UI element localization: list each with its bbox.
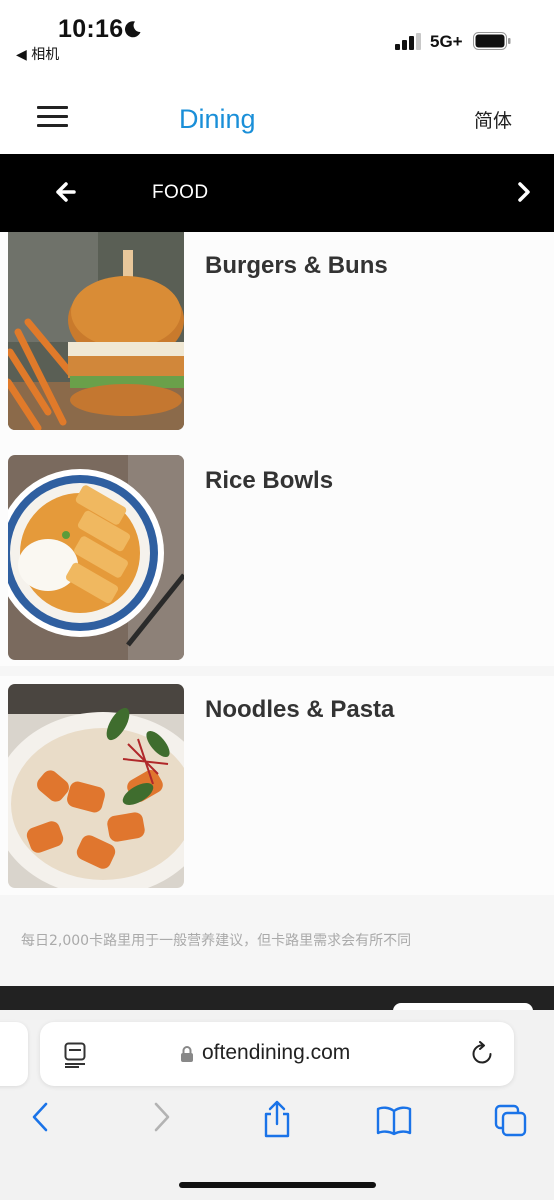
previous-tab-preview[interactable]	[0, 1022, 28, 1086]
moon-icon	[124, 21, 141, 38]
arrow-left-icon[interactable]	[56, 182, 76, 202]
pasta-photo	[8, 684, 184, 888]
reader-icon[interactable]	[64, 1042, 86, 1068]
reload-icon[interactable]	[471, 1041, 495, 1067]
hamburger-menu-icon[interactable]	[37, 106, 68, 128]
bookmarks-icon[interactable]	[376, 1106, 412, 1136]
food-card-noodles[interactable]: Noodles & Pasta	[0, 676, 554, 895]
food-name: Rice Bowls	[205, 467, 334, 494]
page-title: Dining	[179, 104, 256, 134]
food-card-rice-bowls[interactable]: Rice Bowls	[0, 447, 554, 666]
chevron-right-icon[interactable]	[517, 182, 531, 202]
rice-bowl-photo	[8, 455, 184, 660]
signal-icon	[395, 33, 421, 50]
battery-icon	[473, 32, 511, 50]
burger-photo	[8, 232, 184, 430]
category-bar: FOOD	[0, 154, 554, 232]
language-switch[interactable]: 简体	[474, 106, 512, 133]
app-header: Dining 简体	[0, 70, 554, 154]
address-bar[interactable]: oftendining.com	[40, 1022, 514, 1086]
url-text: oftendining.com	[202, 1041, 351, 1064]
back-chevron-icon[interactable]	[30, 1102, 52, 1132]
tabs-icon[interactable]	[494, 1104, 528, 1138]
share-icon[interactable]	[262, 1100, 292, 1138]
status-bar: 10:16 ◀ 相机 5G+	[0, 0, 554, 70]
food-name: Noodles & Pasta	[205, 696, 395, 723]
food-card-burgers[interactable]: Burgers & Buns	[0, 232, 554, 451]
forward-chevron-icon[interactable]	[150, 1102, 172, 1132]
calorie-disclaimer: 每日2,000卡路里用于一般营养建议，但卡路里需求会有所不同	[21, 933, 412, 949]
home-indicator[interactable]	[179, 1182, 376, 1188]
lock-icon	[181, 1046, 193, 1062]
browser-toolbar: oftendining.com	[0, 1010, 554, 1200]
network-type: 5G+	[430, 32, 463, 51]
category-title: FOOD	[152, 182, 209, 203]
food-list: Burgers & Buns Rice Bowls Noodles & Past…	[0, 232, 554, 986]
status-time: 10:16	[58, 15, 124, 43]
back-to-app-link[interactable]: ◀ 相机	[16, 44, 59, 64]
food-name: Burgers & Buns	[205, 252, 388, 279]
